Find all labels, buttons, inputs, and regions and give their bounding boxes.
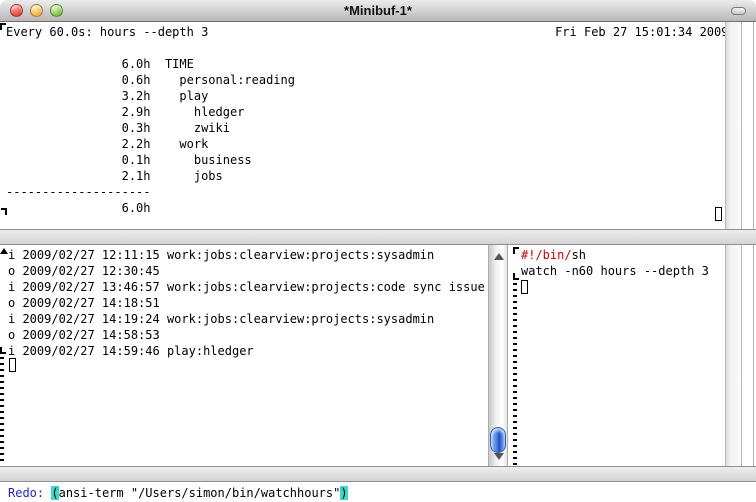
title-bar[interactable]: *Minibuf-1* — [0, 0, 756, 22]
shebang-line[interactable]: #!/bin/sh — [521, 247, 709, 263]
watch-output-text[interactable]: Every 60.0s: hours --depth 3 Fri Feb 27 … — [6, 24, 728, 216]
fringe-more-above-icon — [0, 248, 8, 254]
minibuffer-command: ansi-term "/Users/simon/bin/watchhours" — [59, 486, 341, 500]
scroll-up-arrow[interactable] — [494, 253, 504, 260]
timelog-pane[interactable]: i 2009/02/27 12:11:15 work:jobs:clearvie… — [0, 245, 488, 466]
toolbar-lozenge-button[interactable] — [731, 7, 746, 15]
fringe-empty-lines-icon — [513, 283, 517, 465]
modeline-watchhours-text: --:-- watchhours All (3,0) — [533, 481, 750, 482]
script-pane[interactable]: #!/bin/sh watch -n60 hours --depth 3 — [508, 245, 756, 466]
watch-command-line[interactable]: watch -n60 hours --depth 3 — [521, 263, 709, 279]
scroll-down-arrow[interactable] — [494, 453, 504, 460]
modeline-watchhours[interactable]: --:-- watchhours All (3,0) — [488, 466, 756, 482]
fringe-empty-lines-icon — [0, 357, 4, 465]
timelog-scrollbar[interactable] — [488, 245, 508, 466]
shebang-shell: sh — [572, 248, 586, 262]
emacs-window: *Minibuf-1* Every 60.0s: hours --depth 3… — [0, 0, 756, 502]
open-paren-highlight: ( — [51, 486, 58, 500]
shebang-interpreter: #!/bin/ — [521, 248, 572, 262]
close-paren-highlight: ) — [340, 486, 347, 500]
fringe-buffer-bottom-icon — [0, 347, 6, 354]
window-edge — [753, 245, 754, 466]
bottom-split: i 2009/02/27 12:11:15 work:jobs:clearvie… — [0, 245, 756, 466]
modeline-ansi-term[interactable]: -u:** *ansi-term* All (13,101) (Term: ch… — [0, 229, 756, 245]
inactive-cursor — [715, 207, 722, 221]
modeline-timelog-text: --:-- current.timelog Bot (3726,0) darcs… — [45, 481, 488, 482]
inactive-cursor — [9, 358, 16, 372]
fringe-buffer-top-icon — [513, 247, 519, 254]
inactive-cursor — [521, 280, 528, 294]
timelog-text[interactable]: i 2009/02/27 12:11:15 work:jobs:clearvie… — [8, 247, 485, 359]
scrollbar-thumb[interactable] — [490, 427, 506, 453]
script-pane-scrollbar[interactable] — [725, 245, 742, 466]
fringe-buffer-bottom-icon — [513, 273, 519, 280]
fringe-buffer-bottom-icon — [1, 208, 7, 215]
top-pane-scrollbar[interactable] — [725, 22, 742, 229]
minibuffer-prompt: Redo: — [8, 486, 51, 500]
window-title: *Minibuf-1* — [0, 3, 756, 18]
window-edge — [753, 22, 754, 229]
minibuffer[interactable]: Redo: (ansi-term "/Users/simon/bin/watch… — [0, 482, 756, 502]
fringe-buffer-top-icon — [0, 23, 6, 30]
ansi-term-pane[interactable]: Every 60.0s: hours --depth 3 Fri Feb 27 … — [0, 22, 756, 229]
modeline-row: --:-- current.timelog Bot (3726,0) darcs… — [0, 466, 756, 482]
modeline-timelog[interactable]: --:-- current.timelog Bot (3726,0) darcs… — [0, 466, 488, 482]
